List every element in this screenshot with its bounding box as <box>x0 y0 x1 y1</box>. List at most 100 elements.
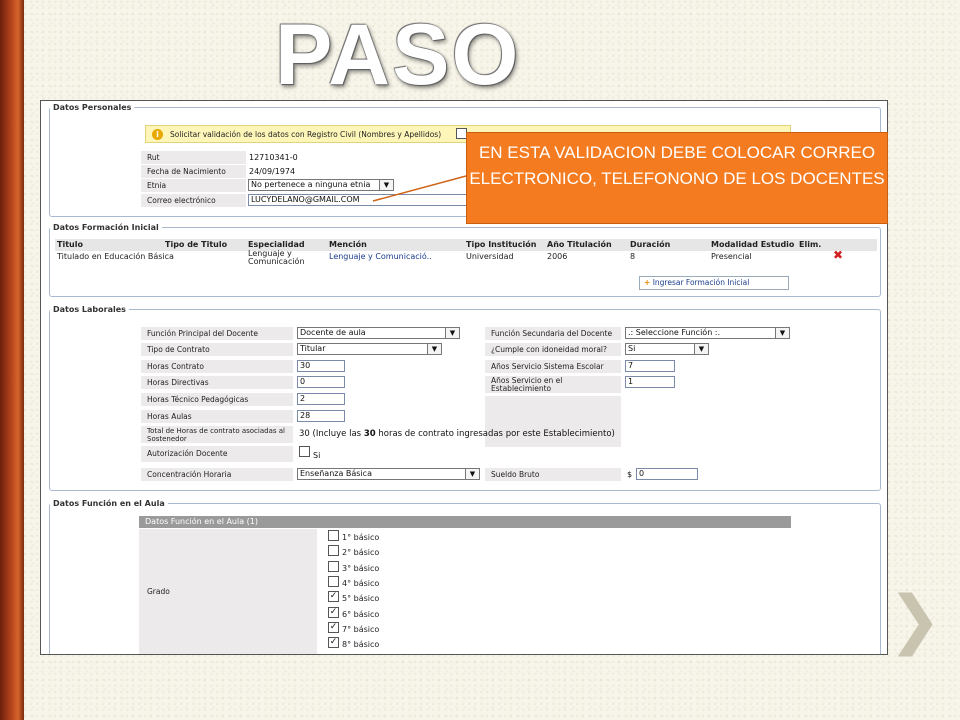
col-header-elim: Elim. <box>799 240 822 249</box>
grade-checkbox[interactable] <box>328 575 339 587</box>
classroom-subheader: Datos Función en el Aula (1) <box>139 516 791 528</box>
rut-label: Rut <box>141 151 246 164</box>
grade-option[interactable]: 2° básico <box>328 545 478 558</box>
col-header-tipo-institucion: Tipo Institución <box>466 240 537 249</box>
secondary-function-value: .: Seleccione Función :. <box>628 328 721 337</box>
classroom-subheader-text: Datos Función en el Aula (1) <box>145 517 259 526</box>
years-establishment-label: Años Servicio en el Establecimiento <box>485 376 621 393</box>
grade-option[interactable]: 4° básico <box>328 575 478 589</box>
authorization-option-label: Si <box>313 451 321 460</box>
grade-option-label: 8° básico <box>342 640 380 650</box>
formation-row-year: 2006 <box>547 252 568 261</box>
authorization-checkbox[interactable] <box>299 446 310 457</box>
salary-currency: $ <box>627 470 633 479</box>
rut-value: 12710341-0 <box>249 153 298 162</box>
grade-checkbox[interactable] <box>328 545 339 557</box>
chevron-down-icon: ▼ <box>445 328 459 338</box>
grade-label-cell: Grado <box>139 529 317 654</box>
formation-row-mention-link[interactable]: Lenguaje y Comunicació.. <box>329 252 432 261</box>
delete-icon[interactable]: ✖ <box>833 249 843 261</box>
grade-option[interactable]: 7° básico <box>328 621 478 635</box>
next-slide-chevron-icon[interactable]: ❯ <box>888 588 942 652</box>
col-header-modalidad: Modalidad Estudio <box>711 240 795 249</box>
grade-option-label: 1° básico <box>342 533 380 542</box>
birth-date-label: Fecha de Nacimiento <box>141 165 246 178</box>
hours-tech-field[interactable]: 2 <box>297 393 345 405</box>
years-establishment-field[interactable]: 1 <box>625 376 675 388</box>
grade-checkbox[interactable] <box>328 530 339 541</box>
grade-option-label: 5° básico <box>342 594 380 604</box>
col-header-tipo-titulo: Tipo de Titulo <box>165 240 228 249</box>
grade-checkbox[interactable] <box>328 560 339 572</box>
concentration-label: Concentración Horaria <box>141 468 293 481</box>
plus-icon: + <box>644 278 651 287</box>
total-hours-suffix: horas de contrato ingresadas por este Es… <box>375 429 615 439</box>
total-hours-bold: 30 <box>363 429 376 439</box>
formation-row-specialty: Lenguaje y Comunicación <box>248 249 305 266</box>
total-hours-value: 30 (Incluye las 30 horas de contrato ing… <box>299 428 615 441</box>
formation-legend: Datos Formación Inicial <box>53 223 159 232</box>
grade-option[interactable]: 8° básico <box>328 637 478 650</box>
main-function-value: Docente de aula <box>300 328 366 337</box>
classroom-legend: Datos Función en el Aula <box>53 499 165 508</box>
grade-checkbox[interactable] <box>328 591 339 603</box>
instruction-callout: EN ESTA VALIDACION DEBE COLOCAR CORREO E… <box>466 132 888 224</box>
hours-contract-label: Horas Contrato <box>141 360 293 373</box>
main-function-select[interactable]: Docente de aula ▼ <box>297 327 460 339</box>
decorative-sidebar <box>0 0 24 720</box>
chevron-down-icon: ▼ <box>427 344 441 354</box>
hours-contract-field[interactable]: 30 <box>297 360 345 372</box>
hours-directive-label: Horas Directivas <box>141 376 293 389</box>
grade-checkbox[interactable] <box>328 606 339 618</box>
grade-checkbox[interactable] <box>328 637 339 649</box>
formation-row-duration: 8 <box>630 252 636 261</box>
moral-select[interactable]: Si ▼ <box>625 343 709 355</box>
concentration-select[interactable]: Enseñanza Básica ▼ <box>297 468 480 480</box>
formation-row-title: Titulado en Educación Básica <box>57 252 174 261</box>
grade-option[interactable]: 3° básico <box>328 560 478 574</box>
grade-checkbox[interactable] <box>328 621 339 633</box>
hours-class-label: Horas Aulas <box>141 410 293 423</box>
col-header-especialidad: Especialidad <box>248 240 305 249</box>
contract-type-value: Titular <box>300 344 326 353</box>
formation-row-modality: Presencial <box>711 252 752 261</box>
chevron-down-icon: ▼ <box>694 344 708 354</box>
validation-notice-text: Solicitar validación de los datos con Re… <box>170 130 442 139</box>
chevron-down-icon: ▼ <box>775 328 789 338</box>
grade-label: Grado <box>147 587 170 596</box>
contract-type-label: Tipo de Contrato <box>141 343 293 356</box>
hours-directive-field[interactable]: 0 <box>297 376 345 388</box>
years-system-label: Años Servicio Sistema Escolar <box>485 360 621 373</box>
hours-class-field[interactable]: 28 <box>297 410 345 422</box>
email-label: Correo electrónico <box>141 194 246 207</box>
birth-date-value: 24/09/1974 <box>249 167 296 176</box>
grade-option-label: 2° básico <box>342 548 380 558</box>
years-system-field[interactable]: 7 <box>625 360 675 372</box>
chevron-down-icon: ▼ <box>465 469 479 479</box>
main-function-label: Función Principal del Docente <box>141 327 293 340</box>
callout-connector-line <box>372 175 467 202</box>
total-hours-label: Total de Horas de contrato asociadas al … <box>141 426 293 443</box>
add-formation-label: Ingresar Formación Inicial <box>652 278 750 287</box>
col-header-duracion: Duración <box>630 240 671 249</box>
grade-option[interactable]: 6° básico <box>328 606 478 620</box>
ethnic-select-value: No pertenece a ninguna etnia <box>251 180 371 189</box>
contract-type-select[interactable]: Titular ▼ <box>297 343 442 355</box>
formation-row-institution: Universidad <box>466 252 514 261</box>
moral-label: ¿Cumple con idoneidad moral? <box>485 343 621 356</box>
grade-option[interactable]: 1° básico <box>328 530 478 543</box>
ethnic-label: Etnia <box>141 179 246 192</box>
concentration-value: Enseñanza Básica <box>300 469 372 478</box>
grade-option-label: 3° básico <box>342 563 380 573</box>
moral-value: Si <box>628 344 636 353</box>
add-formation-button[interactable]: + Ingresar Formación Inicial <box>639 276 789 290</box>
personal-data-legend: Datos Personales <box>53 103 132 112</box>
salary-label: Sueldo Bruto <box>485 468 621 481</box>
salary-field[interactable]: 0 <box>636 468 698 480</box>
grade-option[interactable]: 5° básico <box>328 591 478 604</box>
info-icon: i <box>152 129 163 140</box>
col-header-mencion: Mención <box>329 240 367 249</box>
authorization-label: Autorización Docente <box>141 446 293 462</box>
total-hours-prefix: 30 (Incluye las <box>299 429 364 439</box>
secondary-function-select[interactable]: .: Seleccione Función :. ▼ <box>625 327 790 339</box>
